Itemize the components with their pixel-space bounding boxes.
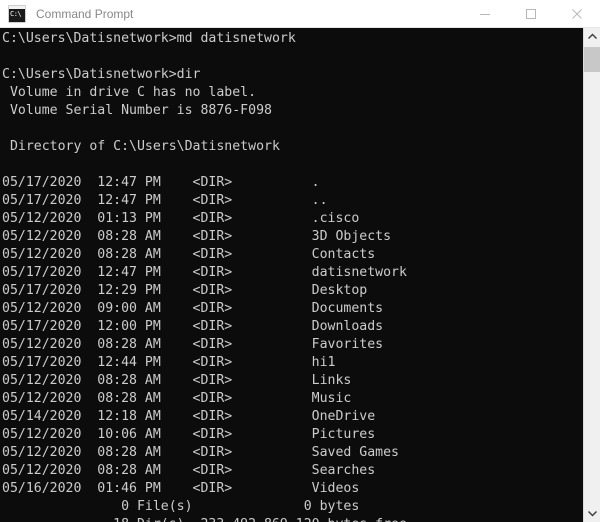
command-prompt-window: C:\ Command Prompt C:\Users\Datisnetwork… [0, 0, 600, 522]
window-controls [462, 0, 600, 28]
console-line: 05/17/2020 12:47 PM <DIR> . [2, 175, 320, 190]
maximize-icon [526, 8, 536, 19]
console-line: 18 Dir(s) 233,492,869,120 bytes free [2, 516, 583, 522]
console-line: C:\Users\Datisnetwork>dir [2, 67, 201, 82]
close-button[interactable] [554, 0, 600, 28]
console-line: 05/12/2020 09:00 AM <DIR> Documents [2, 301, 384, 316]
minimize-button[interactable] [462, 0, 508, 28]
console-line: 05/12/2020 10:06 AM <DIR> Pictures [2, 427, 376, 442]
window-title: Command Prompt [36, 6, 134, 21]
console-line: 05/12/2020 08:28 AM <DIR> Saved Games [2, 445, 399, 460]
command-prompt-icon: C:\ [8, 4, 26, 23]
console-line: 05/12/2020 08:28 AM <DIR> Links [2, 373, 352, 388]
console-line: 05/16/2020 01:46 PM <DIR> Videos [2, 481, 360, 496]
scroll-up-button[interactable] [584, 28, 600, 45]
console-line: 05/12/2020 08:28 AM <DIR> Music [2, 391, 352, 406]
scrollbar-thumb[interactable] [584, 47, 600, 72]
chevron-down-icon [587, 511, 597, 517]
console-line: 05/12/2020 08:28 AM <DIR> Searches [2, 463, 376, 478]
console-line: Volume in drive C has no label. [2, 85, 257, 100]
vertical-scrollbar[interactable] [583, 28, 600, 522]
titlebar[interactable]: C:\ Command Prompt [0, 0, 600, 28]
console-line: Directory of C:\Users\Datisnetwork [2, 139, 280, 154]
console-area: C:\Users\Datisnetwork>md datisnetwork C:\… [0, 28, 600, 522]
console-line: C:\Users\Datisnetwork>md datisnetwork [2, 31, 296, 46]
scroll-down-button[interactable] [584, 505, 600, 522]
console-line: 0 File(s) 0 bytes [2, 499, 360, 514]
titlebar-left: C:\ Command Prompt [0, 4, 462, 23]
chevron-up-icon [587, 33, 597, 39]
console-line: 05/17/2020 12:29 PM <DIR> Desktop [2, 283, 368, 298]
console-line: 05/12/2020 01:13 PM <DIR> .cisco [2, 211, 360, 226]
console-line: Volume Serial Number is 8876-F098 [2, 103, 272, 118]
console-line: 05/12/2020 08:28 AM <DIR> Contacts [2, 247, 376, 262]
close-icon [572, 8, 582, 19]
console-line: 05/17/2020 12:47 PM <DIR> .. [2, 193, 328, 208]
minimize-icon [480, 13, 490, 15]
console-line: 05/12/2020 08:28 AM <DIR> 3D Objects [2, 229, 392, 244]
console-line: 05/17/2020 12:00 PM <DIR> Downloads [2, 319, 384, 334]
console-line: 05/17/2020 12:44 PM <DIR> hi1 [2, 355, 336, 370]
console-line: 05/17/2020 12:47 PM <DIR> datisnetwork [2, 265, 407, 280]
console-output[interactable]: C:\Users\Datisnetwork>md datisnetwork C:\… [0, 28, 583, 522]
console-line: 05/14/2020 12:18 AM <DIR> OneDrive [2, 409, 376, 424]
icon-prompt-glyph: C:\ [10, 9, 22, 18]
console-line: 05/12/2020 08:28 AM <DIR> Favorites [2, 337, 384, 352]
maximize-button[interactable] [508, 0, 554, 28]
